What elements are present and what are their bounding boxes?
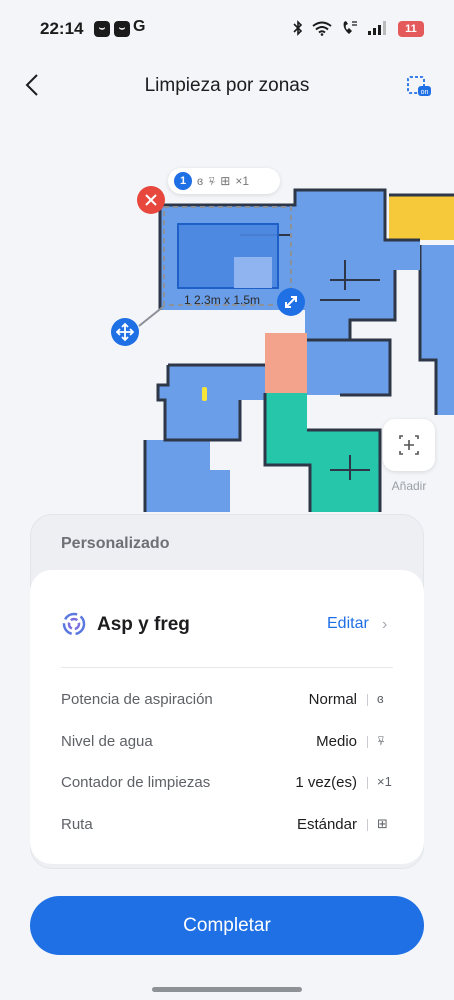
suction-power-value[interactable]: Normal (309, 691, 357, 708)
zone-dimensions-label: 1 2.3m x 1.5m (184, 293, 261, 307)
suction-icon: ɞ (377, 691, 384, 706)
route-icon: ⊞ (220, 174, 231, 188)
edit-mode-link[interactable]: Editar (327, 615, 369, 633)
row-separator (367, 736, 368, 748)
complete-button[interactable]: Completar (30, 896, 424, 955)
room-orange[interactable] (265, 333, 307, 393)
water-level-value[interactable]: Medio (316, 733, 357, 750)
svg-text:on: on (421, 89, 429, 96)
vacuum-mop-mode-icon (62, 612, 86, 636)
clean-count-value[interactable]: 1 vez(es) (295, 774, 357, 791)
signal-icon (368, 21, 386, 35)
page-title: Limpieza por zonas (144, 75, 310, 96)
room-right[interactable] (418, 245, 454, 415)
water-drop-icon: ⍫ (208, 173, 216, 188)
obstacle-marker (202, 387, 207, 401)
move-arrows-icon[interactable] (111, 318, 139, 346)
suction-power-label: Potencia de aspiración (61, 691, 213, 708)
suction-icon: ɞ (197, 174, 204, 188)
route-label: Ruta (61, 816, 93, 833)
zone-number-badge: 1 (174, 172, 192, 190)
divider (61, 667, 393, 668)
cleaning-mode-name: Asp y freg (97, 614, 190, 635)
route-icon: ⊞ (377, 816, 388, 831)
zone-count: ×1 (235, 174, 250, 188)
water-drop-icon: ⍫ (377, 733, 385, 748)
chevron-right-icon[interactable]: › (382, 616, 387, 634)
route-value[interactable]: Estándar (297, 816, 357, 833)
battery-indicator: 11 (398, 21, 424, 37)
row-separator (367, 777, 368, 789)
clean-count-label: Contador de limpiezas (61, 774, 211, 791)
notification-g-icon: G (133, 18, 146, 35)
add-zone-icon (399, 435, 419, 455)
zone-settings-chip[interactable]: 1 ɞ ⍫ ⊞ ×1 (168, 168, 280, 194)
notification-app-icon: ⌣ (94, 21, 110, 37)
room-yellow[interactable] (389, 193, 454, 240)
home-indicator[interactable] (152, 987, 302, 992)
map-on-icon[interactable]: on (406, 74, 432, 98)
notification-app-icon: ⌣ (114, 21, 130, 37)
add-zone-label: Añadir (391, 479, 427, 493)
add-zone-button[interactable] (383, 419, 435, 471)
wifi-icon (312, 21, 332, 36)
resize-arrows-icon[interactable] (277, 288, 305, 316)
times-icon: ×1 (377, 774, 392, 789)
wifi-call-icon (343, 21, 357, 34)
bluetooth-icon (293, 20, 303, 36)
status-time: 22:14 (40, 19, 84, 38)
section-title: Personalizado (61, 535, 170, 552)
system-icons (293, 18, 386, 38)
room-teal[interactable] (263, 393, 382, 512)
row-separator (367, 819, 368, 831)
room-middle[interactable] (307, 338, 392, 397)
delete-zone-close-icon[interactable] (137, 186, 165, 214)
status-bar: 22:14 ⌣ ⌣ G 11 (0, 0, 454, 58)
row-separator (367, 694, 368, 706)
water-level-label: Nivel de agua (61, 733, 153, 750)
